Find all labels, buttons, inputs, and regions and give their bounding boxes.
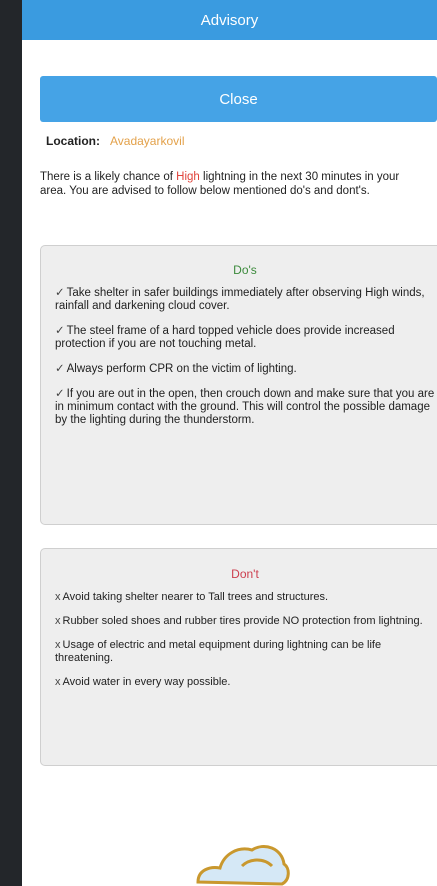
dos-card: Do's ✓ Take shelter in safer buildings im… [40,245,437,525]
donts-item-text: Rubber soled shoes and rubber tires prov… [62,615,423,627]
check-icon: ✓ [55,388,65,400]
donts-item-text: Avoid water in every way possible. [62,676,231,688]
dos-item-text: If you are out in the open, then crouch … [55,388,435,426]
dos-item: ✓ If you are out in the open, then crouch… [55,388,437,427]
cross-icon: x [55,676,61,688]
intro-before: There is a likely chance of [40,171,177,183]
dos-item-text: Always perform CPR on the victim of ligh… [66,363,297,375]
dos-item-text: The steel frame of a hard topped vehicle… [55,325,395,350]
donts-item-text: Usage of electric and metal equipment du… [55,639,382,664]
dos-title: Do's [233,263,257,277]
check-icon: ✓ [55,325,65,337]
donts-card: Don't x Avoid taking shelter nearer to Ta… [40,548,437,766]
dialog-title: Advisory [22,0,437,40]
donts-title: Don't [231,567,259,581]
dialog-title-text: Advisory [200,11,259,29]
cross-icon: x [55,639,61,651]
location-row: Location: Avadayarkovil [46,134,184,148]
check-icon: ✓ [55,363,65,375]
dos-item: ✓ The steel frame of a hard topped vehicl… [55,325,437,351]
background-app-strip [0,0,22,886]
donts-item: x Avoid water in every way possible. [55,676,437,689]
donts-item: x Rubber soled shoes and rubber tires pro… [55,615,437,628]
intro-highlight: High [176,171,200,183]
donts-item: x Usage of electric and metal equipment d… [55,639,437,665]
donts-item-text: Avoid taking shelter nearer to Tall tree… [62,591,329,603]
location-value: Avadayarkovil [110,134,185,148]
cross-icon: x [55,615,61,627]
cloud-icon [196,845,290,886]
advisory-dialog: Advisory Close Location: Avadayarkovil Th… [22,0,437,886]
close-button[interactable]: Close [40,76,437,122]
location-label: Location: [46,134,100,148]
dos-item-text: Take shelter in safer buildings immediat… [55,287,425,312]
dos-item: ✓ Always perform CPR on the victim of lig… [55,363,437,376]
cross-icon: x [55,591,61,603]
check-icon: ✓ [55,287,65,299]
dos-item: ✓ Take shelter in safer buildings immedia… [55,287,437,313]
advisory-intro: There is a likely chance of High lightni… [40,170,420,198]
donts-item: x Avoid taking shelter nearer to Tall tre… [55,591,437,604]
